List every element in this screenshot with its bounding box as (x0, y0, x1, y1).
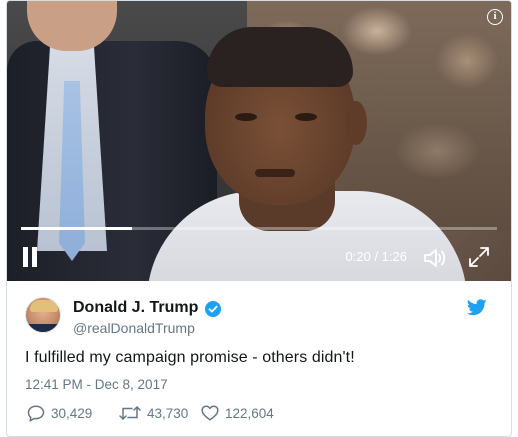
reply-count: 30,429 (51, 405, 93, 421)
tweet-text: I fulfilled my campaign promise - others… (25, 349, 355, 366)
reply-button[interactable]: 30,429 (27, 403, 92, 423)
info-icon[interactable]: i (487, 9, 503, 25)
reply-icon (27, 404, 45, 422)
video-progress-fill (21, 227, 132, 230)
avatar[interactable] (25, 297, 61, 333)
video-person-main-ear (345, 101, 367, 145)
fullscreen-icon[interactable] (467, 245, 491, 269)
volume-icon[interactable] (423, 247, 447, 269)
retweet-button[interactable]: 43,730 (119, 403, 188, 423)
video-person-main-hair (207, 27, 353, 87)
video-person-main-mouth (255, 169, 295, 177)
like-count: 122,604 (225, 405, 274, 421)
pause-icon[interactable] (21, 247, 41, 269)
video-person-main-eye-left (235, 113, 257, 121)
like-button[interactable]: 122,604 (201, 403, 274, 423)
author-handle[interactable]: @realDonaldTrump (73, 320, 195, 336)
video-player[interactable]: i 0:20 / 1:26 (7, 1, 511, 281)
retweet-icon (119, 406, 141, 420)
embedded-tweet-card: i 0:20 / 1:26 Donald J. Trump @realDonal… (6, 0, 512, 437)
author-name[interactable]: Donald J. Trump (73, 299, 198, 317)
video-person-main-eye-right (295, 113, 317, 121)
heart-icon (201, 405, 219, 421)
twitter-bird-icon[interactable] (467, 299, 487, 316)
video-time-display: 0:20 / 1:26 (345, 249, 407, 264)
video-progress-bar[interactable] (21, 227, 497, 230)
tweet-timestamp[interactable]: 12:41 PM - Dec 8, 2017 (25, 377, 168, 392)
retweet-count: 43,730 (147, 405, 189, 421)
verified-badge-icon (205, 301, 221, 317)
